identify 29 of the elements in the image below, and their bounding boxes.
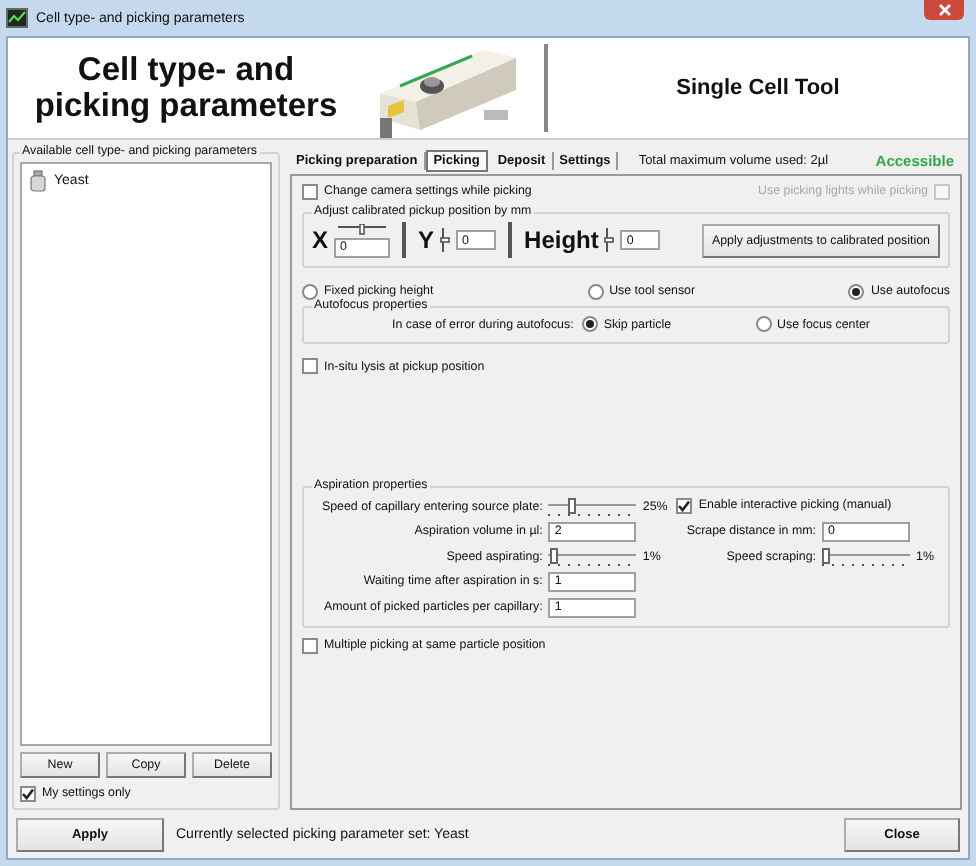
app-icon xyxy=(6,8,28,28)
slider-thumb[interactable] xyxy=(604,237,615,244)
radio-button[interactable] xyxy=(755,316,772,333)
bottle-icon xyxy=(30,170,46,193)
page-title: Cell type- and picking parameters xyxy=(32,51,340,125)
slider-thumb[interactable] xyxy=(359,223,365,235)
radio-button[interactable] xyxy=(848,284,865,301)
product-name: Single Cell Tool xyxy=(674,76,842,100)
radio-button[interactable] xyxy=(302,284,318,301)
close-icon xyxy=(937,4,951,16)
slider-thumb[interactable] xyxy=(549,547,558,564)
slider-thumb[interactable] xyxy=(440,237,450,244)
nudge-slider[interactable] xyxy=(440,228,451,253)
nudge-slider[interactable] xyxy=(604,228,615,253)
nudge-slider[interactable] xyxy=(338,223,387,236)
checkbox[interactable] xyxy=(302,637,318,654)
checkbox[interactable] xyxy=(302,184,318,200)
checkbox[interactable] xyxy=(302,358,318,375)
axis-label: Height xyxy=(524,226,599,255)
radio-button[interactable] xyxy=(581,316,598,333)
radio-button[interactable] xyxy=(587,284,604,301)
slider-thumb[interactable] xyxy=(822,547,831,564)
checkbox[interactable] xyxy=(20,786,36,802)
axis-label: X xyxy=(312,226,329,255)
checkbox[interactable] xyxy=(676,498,693,515)
slider-thumb[interactable] xyxy=(568,497,577,514)
slider-track[interactable] xyxy=(548,547,637,566)
axis-label: Y xyxy=(418,226,435,255)
close-button[interactable] xyxy=(924,0,964,20)
